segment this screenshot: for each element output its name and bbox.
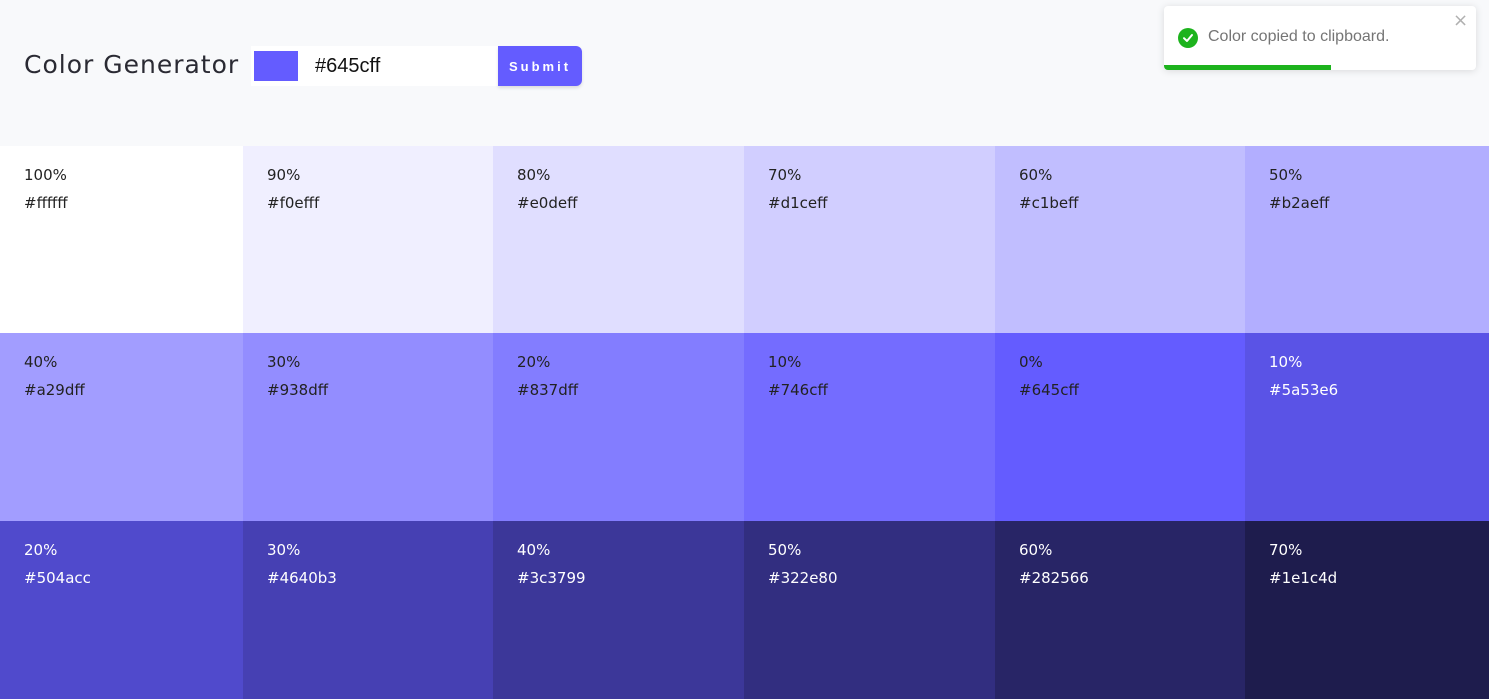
color-picker-wrap xyxy=(251,46,301,86)
color-percent: 20% xyxy=(517,353,551,371)
color-tile[interactable]: 30% #4640b3 xyxy=(243,521,493,699)
color-tile[interactable]: 70% #d1ceff xyxy=(744,146,995,333)
hex-color-input[interactable] xyxy=(301,46,498,86)
color-hex: #4640b3 xyxy=(267,569,337,587)
color-percent: 50% xyxy=(768,541,802,559)
color-tile[interactable]: 60% #282566 xyxy=(995,521,1245,699)
color-picker[interactable] xyxy=(254,51,298,81)
color-tile[interactable]: 100% #ffffff xyxy=(0,146,243,333)
color-tile[interactable]: 90% #f0efff xyxy=(243,146,493,333)
color-form: Submit xyxy=(251,46,582,86)
color-tile[interactable]: 0% #645cff xyxy=(995,333,1245,521)
color-hex: #282566 xyxy=(1019,569,1089,587)
close-icon[interactable]: × xyxy=(1453,12,1468,30)
color-hex: #f0efff xyxy=(267,194,320,212)
color-hex: #d1ceff xyxy=(768,194,828,212)
color-percent: 50% xyxy=(1269,166,1303,184)
color-percent: 10% xyxy=(1269,353,1303,371)
color-hex: #c1beff xyxy=(1019,194,1079,212)
color-hex: #322e80 xyxy=(768,569,838,587)
color-tile[interactable]: 20% #837dff xyxy=(493,333,744,521)
color-percent: 0% xyxy=(1019,353,1043,371)
color-tile[interactable]: 40% #3c3799 xyxy=(493,521,744,699)
color-percent: 30% xyxy=(267,353,301,371)
color-tile[interactable]: 80% #e0deff xyxy=(493,146,744,333)
color-tile[interactable]: 40% #a29dff xyxy=(0,333,243,521)
toast-message: Color copied to clipboard. xyxy=(1208,28,1390,45)
toast-progress-bar xyxy=(1164,65,1331,70)
color-percent: 100% xyxy=(24,166,67,184)
submit-button[interactable]: Submit xyxy=(498,46,582,86)
color-hex: #504acc xyxy=(24,569,91,587)
color-tile[interactable]: 50% #b2aeff xyxy=(1245,146,1489,333)
color-percent: 60% xyxy=(1019,541,1053,559)
color-grid: 100% #ffffff 90% #f0efff 80% #e0deff 70% #d1cef… xyxy=(0,146,1489,699)
color-hex: #e0deff xyxy=(517,194,578,212)
color-tile[interactable]: 70% #1e1c4d xyxy=(1245,521,1489,699)
color-tile[interactable]: 10% #746cff xyxy=(744,333,995,521)
color-hex: #ffffff xyxy=(24,194,68,212)
color-tile[interactable]: 60% #c1beff xyxy=(995,146,1245,333)
color-percent: 80% xyxy=(517,166,551,184)
color-hex: #837dff xyxy=(517,381,579,399)
app-title: Color Generator xyxy=(24,50,240,79)
color-hex: #1e1c4d xyxy=(1269,569,1338,587)
color-hex: #5a53e6 xyxy=(1269,381,1339,399)
color-hex: #645cff xyxy=(1019,381,1079,399)
color-tile[interactable]: 10% #5a53e6 xyxy=(1245,333,1489,521)
toast-notification: Color copied to clipboard. × xyxy=(1164,6,1476,70)
color-percent: 40% xyxy=(517,541,551,559)
color-hex: #746cff xyxy=(768,381,828,399)
color-tile[interactable]: 20% #504acc xyxy=(0,521,243,699)
check-circle-icon xyxy=(1178,28,1198,48)
color-percent: 40% xyxy=(24,353,58,371)
color-percent: 20% xyxy=(24,541,58,559)
color-percent: 60% xyxy=(1019,166,1053,184)
color-hex: #b2aeff xyxy=(1269,194,1330,212)
color-hex: #a29dff xyxy=(24,381,85,399)
color-percent: 70% xyxy=(768,166,802,184)
color-percent: 10% xyxy=(768,353,802,371)
color-percent: 30% xyxy=(267,541,301,559)
color-tile[interactable]: 50% #322e80 xyxy=(744,521,995,699)
color-hex: #3c3799 xyxy=(517,569,586,587)
color-hex: #938dff xyxy=(267,381,329,399)
color-percent: 70% xyxy=(1269,541,1303,559)
color-tile[interactable]: 30% #938dff xyxy=(243,333,493,521)
color-percent: 90% xyxy=(267,166,301,184)
